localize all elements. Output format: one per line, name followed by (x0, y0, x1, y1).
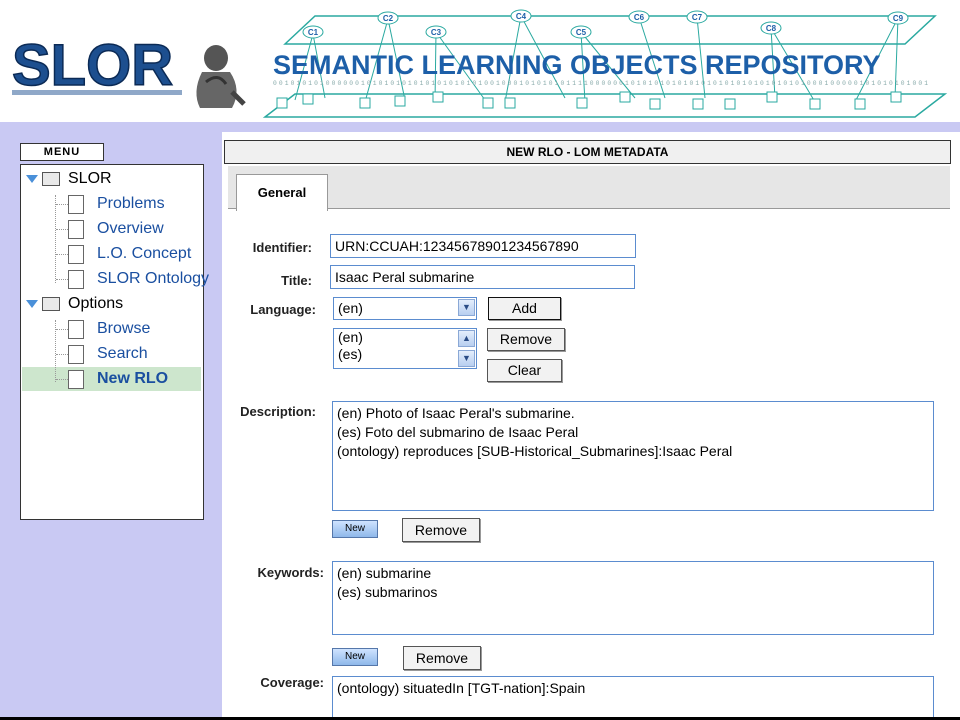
language-selected: (en) (338, 300, 363, 316)
node-c1: C1 (308, 28, 319, 37)
coverage-line: (ontology) situatedIn [TGT-nation]:Spain (337, 680, 586, 696)
tree-label: Browse (97, 320, 151, 337)
document-icon (68, 345, 84, 364)
slor-logo: SLOR (12, 32, 246, 108)
tree-label: SLOR Ontology (97, 270, 210, 287)
tree-item-problems[interactable]: Problems (56, 192, 165, 216)
tree-label: Search (97, 345, 148, 362)
scroll-up-icon[interactable]: ▲ (458, 330, 475, 347)
tree-label: Problems (97, 195, 165, 212)
page-title: NEW RLO - LOM METADATA (224, 140, 951, 164)
node-c4: C4 (516, 12, 527, 21)
header-divider (0, 122, 960, 132)
keywords-label: Keywords: (257, 565, 324, 580)
description-line: (ontology) reproduces [SUB-Historical_Su… (337, 443, 733, 459)
document-icon (68, 195, 84, 214)
banner: C1 C2 C3 C4 C5 C6 C7 C8 C9 SEMANTIC LEAR… (262, 9, 948, 118)
title-field[interactable]: Isaac Peral submarine (330, 265, 635, 289)
new-keyword-button[interactable]: New (332, 648, 378, 666)
remove-language-button[interactable]: Remove (487, 328, 565, 351)
node-c3: C3 (431, 28, 442, 37)
tree-label: Options (68, 295, 124, 312)
tree-label: New RLO (97, 370, 169, 387)
tree-item-lo-concept[interactable]: L.O. Concept (56, 242, 191, 266)
folder-icon (42, 296, 60, 311)
language-list[interactable]: (en) (es) ▲ ▼ (333, 328, 477, 369)
language-label: Language: (250, 302, 316, 317)
coverage-label: Coverage: (260, 675, 324, 690)
tree-folder-slor[interactable]: SLOR (26, 167, 112, 191)
tree-item-slor-ontology[interactable]: SLOR Ontology (56, 267, 209, 291)
remove-keyword-button[interactable]: Remove (403, 646, 481, 670)
document-icon (68, 370, 84, 389)
list-item[interactable]: (en) (338, 329, 476, 346)
node-c8: C8 (766, 24, 777, 33)
tree-item-search[interactable]: Search (56, 342, 148, 366)
expanded-triangle-icon[interactable] (26, 174, 38, 183)
description-line: (es) Foto del submarino de Isaac Peral (337, 424, 579, 440)
tree-item-browse[interactable]: Browse (56, 317, 150, 341)
document-icon (68, 270, 84, 289)
remove-description-button[interactable]: Remove (402, 518, 480, 542)
expanded-triangle-icon[interactable] (26, 299, 38, 308)
node-c7: C7 (692, 13, 703, 22)
document-icon (68, 320, 84, 339)
tab-strip (228, 166, 950, 209)
folder-icon (42, 171, 60, 186)
node-c6: C6 (634, 13, 645, 22)
scrollbar[interactable]: ▲ ▼ (458, 330, 475, 367)
description-label: Description: (240, 404, 316, 419)
scroll-down-icon[interactable]: ▼ (458, 350, 475, 367)
header: SLOR C1 C2 C3 C4 C5 C6 C7 C8 C9 SEMANTIC… (0, 0, 960, 122)
add-language-button[interactable]: Add (488, 297, 561, 320)
menu-label: MENU (20, 143, 104, 161)
identifier-field[interactable]: URN:CCUAH:12345678901234567890 (330, 234, 636, 258)
tree-label: Overview (97, 220, 164, 237)
document-icon (68, 245, 84, 264)
clear-language-button[interactable]: Clear (487, 359, 562, 382)
list-item[interactable]: (es) (338, 346, 476, 363)
title-label: Title: (281, 273, 312, 288)
description-line: (en) Photo of Isaac Peral's submarine. (337, 405, 575, 421)
keyword-line: (es) submarinos (337, 584, 438, 600)
tree-folder-options[interactable]: Options (26, 292, 123, 316)
document-icon (68, 220, 84, 239)
tree-item-new-rlo[interactable]: New RLO (56, 367, 168, 391)
new-description-button[interactable]: New (332, 520, 378, 538)
tab-general[interactable]: General (236, 174, 328, 211)
keyword-line: (en) submarine (337, 565, 432, 581)
banner-title: SEMANTIC LEARNING OBJECTS REPOSITORY (273, 50, 881, 80)
node-c5: C5 (576, 28, 587, 37)
coverage-textarea[interactable]: (ontology) situatedIn [TGT-nation]:Spain (332, 676, 934, 718)
description-textarea[interactable]: (en) Photo of Isaac Peral's submarine. (… (332, 401, 934, 511)
chevron-down-icon[interactable]: ▼ (458, 299, 475, 316)
tree-label: SLOR (68, 170, 112, 187)
node-c9: C9 (893, 14, 904, 23)
node-c2: C2 (383, 14, 394, 23)
tree-item-overview[interactable]: Overview (56, 217, 164, 241)
keywords-textarea[interactable]: (en) submarine (es) submarinos (332, 561, 934, 635)
logo-text: SLOR (12, 33, 173, 98)
identifier-label: Identifier: (252, 240, 312, 255)
language-select[interactable]: (en) ▼ (333, 297, 477, 320)
thinker-icon (196, 45, 246, 108)
tree-label: L.O. Concept (97, 245, 192, 262)
